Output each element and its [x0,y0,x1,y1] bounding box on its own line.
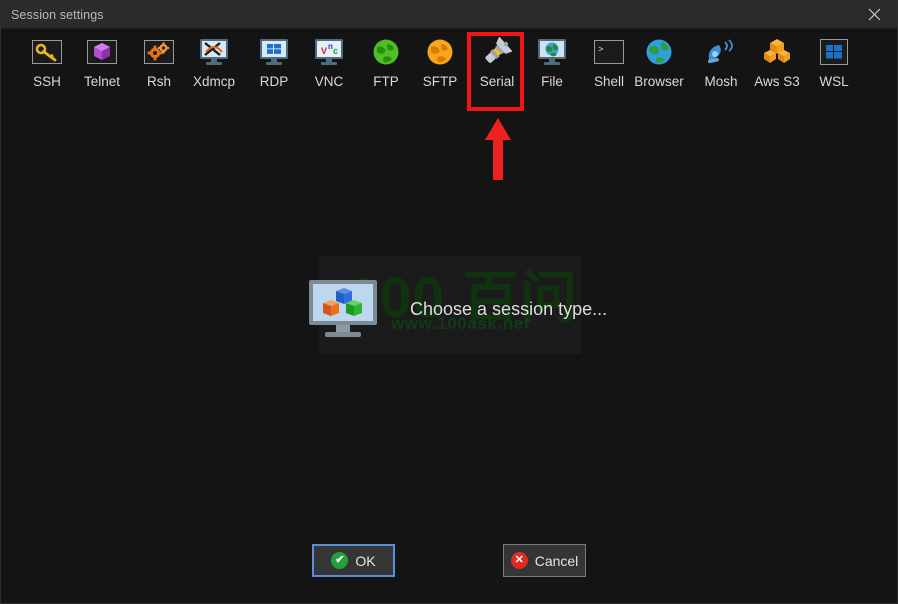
placeholder-row: Choose a session type... [306,278,607,340]
file-globe-monitor-icon [535,37,569,67]
session-type-ssh[interactable]: SSH [19,37,75,89]
serial-connector-icon [480,37,514,67]
session-type-telnet[interactable]: Telnet [74,37,130,89]
session-type-aws-s3[interactable]: Aws S3 [749,37,805,89]
session-type-label: WSL [819,74,849,89]
session-type-file[interactable]: File [524,37,580,89]
session-type-label: Browser [634,74,684,89]
aws-cubes-icon [760,37,794,67]
session-type-serial[interactable]: Serial [469,37,525,89]
session-type-xdmcp[interactable]: Xdmcp [186,37,242,89]
session-type-ftp[interactable]: FTP [358,37,414,89]
svg-text:c: c [333,46,338,56]
cancel-button-label: Cancel [534,552,579,569]
session-type-sftp[interactable]: SFTP [412,37,468,89]
close-icon [868,8,880,21]
key-icon [30,37,64,67]
placeholder-label: Choose a session type... [410,298,608,319]
dialog-footer: ✔ OK ✕ Cancel [1,544,897,577]
session-type-label: SSH [33,74,61,89]
x-monitor-icon [197,37,231,67]
session-type-label: VNC [314,74,344,89]
session-type-label: SFTP [422,74,458,89]
orange-globe-icon [423,37,457,67]
session-type-label: File [541,74,563,89]
session-type-rdp[interactable]: RDP [246,37,302,89]
terminal-prompt-icon: > [592,37,626,67]
monitor-cubes-icon [306,278,380,340]
session-type-label: FTP [373,74,399,89]
svg-text:>: > [598,45,603,55]
session-type-label: Shell [593,74,625,89]
session-type-label: Serial [479,74,515,89]
session-type-wsl[interactable]: WSL [806,37,862,89]
session-type-label: Telnet [83,74,121,89]
window-title: Session settings [11,7,104,22]
svg-text:V: V [321,46,327,56]
cancel-button[interactable]: ✕ Cancel [503,544,586,577]
session-type-label: Aws S3 [754,74,800,89]
close-button[interactable] [851,1,897,28]
session-type-browser[interactable]: Browser [631,37,687,89]
green-globe-icon [369,37,403,67]
windows-monitor-icon [257,37,291,67]
session-type-shell[interactable]: > Shell [581,37,637,89]
ok-button-label: OK [355,552,376,569]
ok-button[interactable]: ✔ OK [312,544,395,577]
session-type-label: RDP [259,74,289,89]
satellite-dish-icon [704,37,738,67]
session-type-toolbar: SSH Telnet Rsh Xdmcp RDP V n c VNC FTP S… [1,29,897,122]
windows-logo-icon [817,37,851,67]
title-bar: Session settings [1,1,897,29]
session-type-label: Mosh [704,74,738,89]
session-preview-area: 100 百问网 www.100ask.net [1,113,897,528]
earth-globe-icon [642,37,676,67]
cross-icon: ✕ [510,552,528,569]
purple-cube-icon [85,37,119,67]
session-type-rsh[interactable]: Rsh [131,37,187,89]
vnc-monitor-icon: V n c [312,37,346,67]
session-type-mosh[interactable]: Mosh [693,37,749,89]
check-icon: ✔ [331,552,349,569]
session-settings-dialog: Session settings SSH Telnet Rsh Xdmcp RD… [0,0,898,604]
session-type-vnc[interactable]: V n c VNC [301,37,357,89]
orange-gears-icon [142,37,176,67]
session-type-label: Xdmcp [192,74,236,89]
session-type-label: Rsh [146,74,171,89]
